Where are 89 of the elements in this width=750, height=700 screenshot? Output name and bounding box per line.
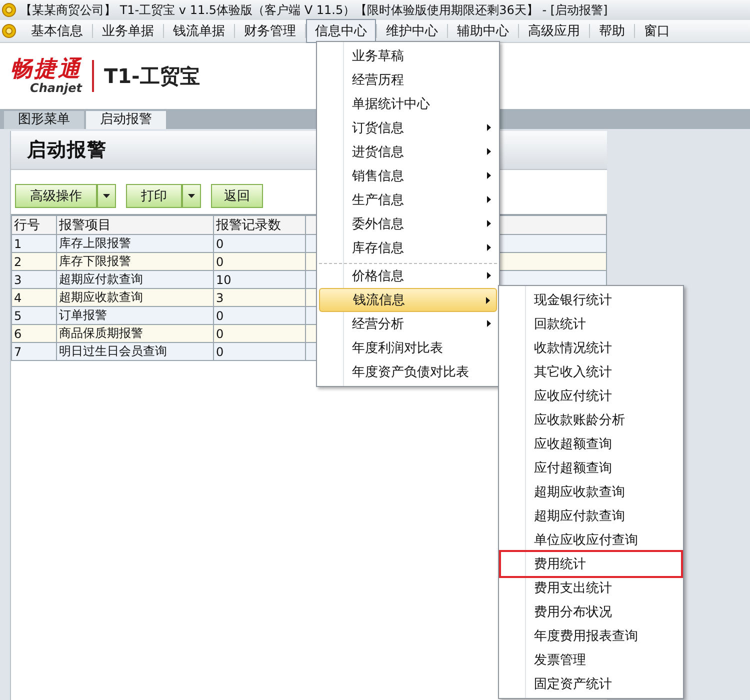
- tab[interactable]: 图形菜单: [4, 111, 84, 129]
- table-cell: 2: [12, 252, 56, 270]
- table-cell: 4: [12, 288, 56, 306]
- submenu-arrow-icon: [487, 124, 491, 131]
- toolbar-button[interactable]: 打印: [126, 184, 182, 208]
- menu-item[interactable]: 现金银行统计: [501, 288, 681, 312]
- brand-logo-text: 畅捷通: [10, 58, 82, 82]
- submenu-arrow-icon: [487, 196, 491, 203]
- table-cell: 0: [214, 252, 306, 270]
- toolbar-button[interactable]: 高级操作: [15, 184, 97, 208]
- menu-item[interactable]: 年度利润对比表: [319, 336, 497, 360]
- menu-item[interactable]: 进货信息: [319, 140, 497, 164]
- menu-item[interactable]: 辅助中心: [448, 19, 518, 43]
- menu-item[interactable]: 委外信息: [319, 212, 497, 236]
- table-cell: 0: [214, 342, 306, 360]
- menu-item[interactable]: 业务草稿: [319, 44, 497, 68]
- menu-item[interactable]: 单位应收应付查询: [501, 528, 681, 552]
- table-cell: 库存上限报警: [56, 234, 214, 252]
- table-cell: 0: [214, 234, 306, 252]
- toolbar-button[interactable]: 返回: [211, 184, 263, 208]
- table-cell: 订单报警: [56, 306, 214, 324]
- table-cell: 6: [12, 324, 56, 342]
- menu-item[interactable]: 超期应收款查询: [501, 480, 681, 504]
- menu-item[interactable]: 费用支出统计: [501, 576, 681, 600]
- submenu-arrow-icon: [487, 220, 491, 227]
- submenu-arrow-icon: [487, 320, 491, 327]
- menu-item[interactable]: 费用统计: [501, 552, 681, 576]
- menu-item[interactable]: 经营分析: [319, 312, 497, 336]
- submenu-arrow-icon: [487, 244, 491, 251]
- menu-item[interactable]: 订货信息: [319, 116, 497, 140]
- menu-item[interactable]: 帮助: [590, 19, 634, 43]
- menu-item[interactable]: 销售信息: [319, 164, 497, 188]
- caret-icon: [188, 194, 195, 198]
- menu-item[interactable]: 超期应付款查询: [501, 504, 681, 528]
- table-cell: 7: [12, 342, 56, 360]
- menu-item[interactable]: 经营历程: [319, 68, 497, 92]
- menu-item[interactable]: 库存信息: [319, 236, 497, 260]
- menu-item[interactable]: 应收超额查询: [501, 432, 681, 456]
- table-cell: 1: [12, 234, 56, 252]
- table-cell: 明日过生日会员查询: [56, 342, 214, 360]
- app-icon[interactable]: [2, 24, 16, 38]
- menu-item[interactable]: 窗口: [635, 19, 679, 43]
- dropdown-button[interactable]: [97, 184, 116, 208]
- menu-item[interactable]: 回款统计: [501, 312, 681, 336]
- page-title: 启动报警: [27, 138, 107, 163]
- table-cell: 10: [214, 270, 306, 288]
- menu-item[interactable]: 生产信息: [319, 188, 497, 212]
- column-header[interactable]: 报警项目: [56, 216, 214, 234]
- menu-item[interactable]: 高级应用: [519, 19, 589, 43]
- table-cell: 超期应付款查询: [56, 270, 214, 288]
- dropdown-button[interactable]: [182, 184, 201, 208]
- menu-item[interactable]: 年度费用报表查询: [501, 624, 681, 648]
- column-header[interactable]: 行号: [12, 216, 56, 234]
- menu-item[interactable]: 财务管理: [235, 19, 305, 43]
- table-cell: 库存下限报警: [56, 252, 214, 270]
- table-cell: 0: [214, 324, 306, 342]
- menu-item[interactable]: 单据统计中心: [319, 92, 497, 116]
- table-cell: 3: [214, 288, 306, 306]
- table-cell: 超期应收款查询: [56, 288, 214, 306]
- submenu-arrow-icon: [487, 172, 491, 179]
- menu-item[interactable]: 维护中心: [377, 19, 447, 43]
- menu-item[interactable]: 业务单据: [93, 19, 163, 43]
- menu-item[interactable]: 信息中心: [306, 19, 376, 43]
- submenu-arrow-icon: [487, 148, 491, 155]
- product-name: T1-工贸宝: [104, 62, 200, 90]
- table-cell: 3: [12, 270, 56, 288]
- caret-icon: [103, 194, 110, 198]
- table-cell: 0: [214, 306, 306, 324]
- menu-item[interactable]: 基本信息: [22, 19, 92, 43]
- window-title: 【某某商贸公司】 T1-工贸宝 v 11.5体验版（客户端 V 11.5）【限时体验版使用期限还剩36天】 - [启动报警]: [20, 2, 608, 18]
- tab[interactable]: 启动报警: [86, 111, 166, 129]
- submenu-arrow-icon: [486, 297, 490, 304]
- menu-item[interactable]: 发票管理: [501, 648, 681, 672]
- menu-item[interactable]: 应收款账龄分析: [501, 408, 681, 432]
- table-cell: 5: [12, 306, 56, 324]
- column-header[interactable]: 报警记录数: [214, 216, 306, 234]
- app-icon: [2, 3, 16, 17]
- menu-item[interactable]: 收款情况统计: [501, 336, 681, 360]
- menu-item[interactable]: 应收应付统计: [501, 384, 681, 408]
- menu-item[interactable]: 费用分布状况: [501, 600, 681, 624]
- table-cell: 商品保质期报警: [56, 324, 214, 342]
- menu-item[interactable]: 钱流信息: [319, 288, 497, 312]
- menu-item[interactable]: 钱流单据: [164, 19, 234, 43]
- menu-item[interactable]: 应付超额查询: [501, 456, 681, 480]
- menu-item[interactable]: 其它收入统计: [501, 360, 681, 384]
- submenu-arrow-icon: [487, 272, 491, 279]
- brand-logo-subtext: Chanjet: [30, 82, 82, 94]
- menu-item[interactable]: 年度资产负债对比表: [319, 360, 497, 384]
- menu-item[interactable]: 固定资产统计: [501, 672, 681, 696]
